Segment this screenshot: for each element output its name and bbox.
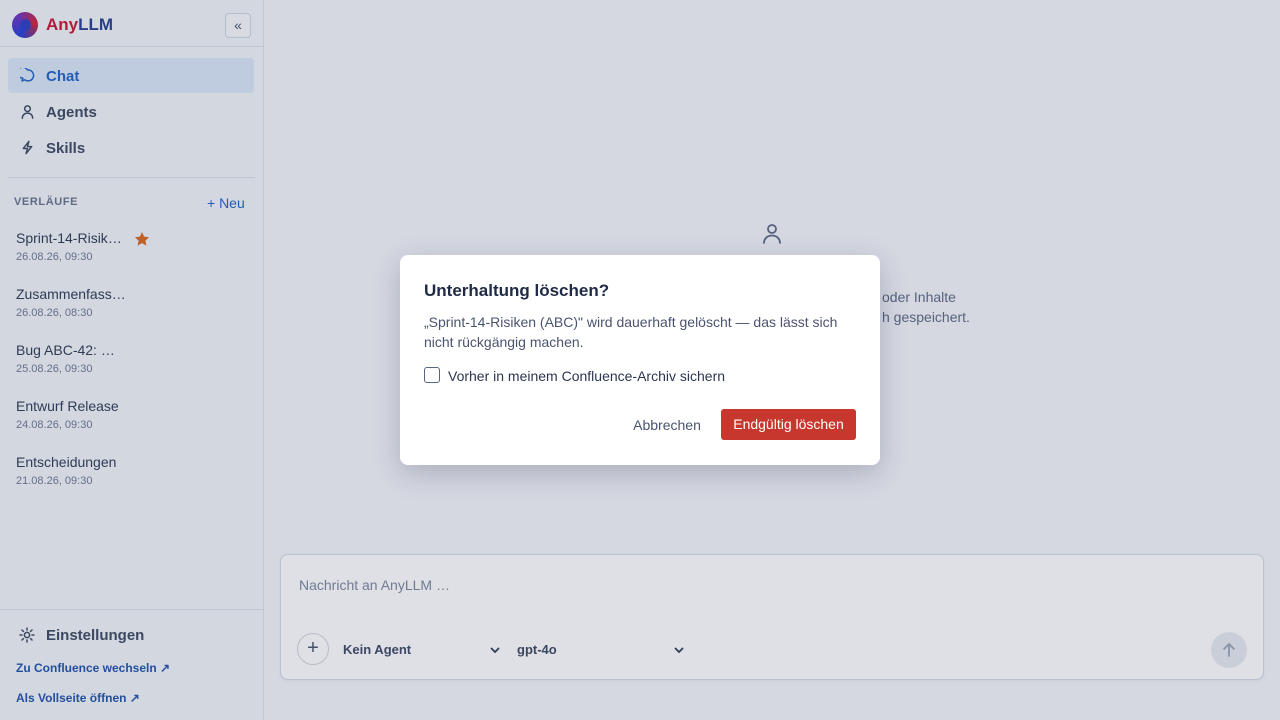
dialog-title: Unterhaltung löschen? [424,281,610,300]
dialog-body: „Sprint-14-Risiken (ABC)" wird dauerhaft… [424,314,838,350]
archive-checkbox-label[interactable]: Vorher in meinem Confluence-Archiv siche… [448,368,725,384]
archive-checkbox[interactable] [424,367,440,383]
confirm-delete-button[interactable]: Endgültig löschen [721,409,856,440]
cancel-button[interactable]: Abbrechen [622,409,712,441]
delete-conversation-dialog: Unterhaltung löschen? „Sprint-14-Risiken… [400,255,880,465]
